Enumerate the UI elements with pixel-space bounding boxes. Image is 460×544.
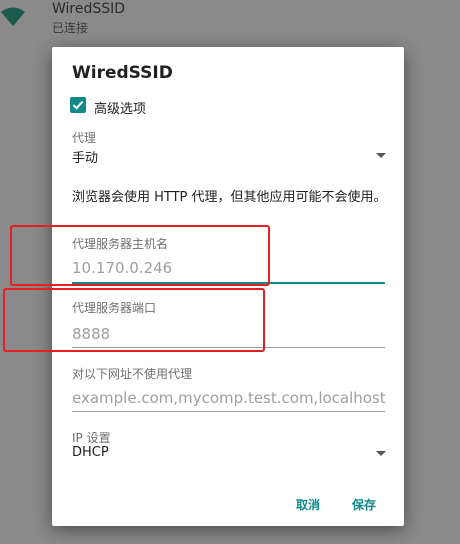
annotation-box-port <box>3 288 265 352</box>
save-button[interactable]: 保存 <box>352 496 376 513</box>
dialog-title: WiredSSID <box>72 63 173 83</box>
ip-settings-select[interactable]: DHCP <box>70 443 388 465</box>
bypass-underline <box>72 411 385 412</box>
network-list-item[interactable]: WiredSSID 已连接 <box>0 0 460 44</box>
bypass-label: 对以下网址不使用代理 <box>72 367 193 381</box>
ip-settings-select-value: DHCP <box>72 445 109 460</box>
network-edit-dialog: WiredSSID 高级选项 代理 手动 浏览器会使用 HTTP 代理，但其他应… <box>52 47 404 526</box>
bypass-input[interactable]: example.com,mycomp.test.com,localhost <box>72 389 386 407</box>
advanced-options-checkbox[interactable] <box>70 97 86 113</box>
proxy-select-value: 手动 <box>72 151 99 166</box>
cancel-button[interactable]: 取消 <box>296 496 320 513</box>
annotation-box-host <box>10 225 270 286</box>
chevron-down-icon <box>376 153 386 158</box>
proxy-select[interactable]: 手动 <box>70 145 388 167</box>
network-ssid: WiredSSID <box>52 1 126 17</box>
proxy-label: 代理 <box>72 131 97 145</box>
wifi-icon <box>0 4 26 30</box>
network-status: 已连接 <box>52 21 89 35</box>
chevron-down-icon <box>376 451 386 456</box>
checkmark-icon <box>72 100 84 110</box>
advanced-options-label: 高级选项 <box>94 102 147 117</box>
proxy-info-text: 浏览器会使用 HTTP 代理，但其他应用可能不会使用。 <box>72 190 387 205</box>
